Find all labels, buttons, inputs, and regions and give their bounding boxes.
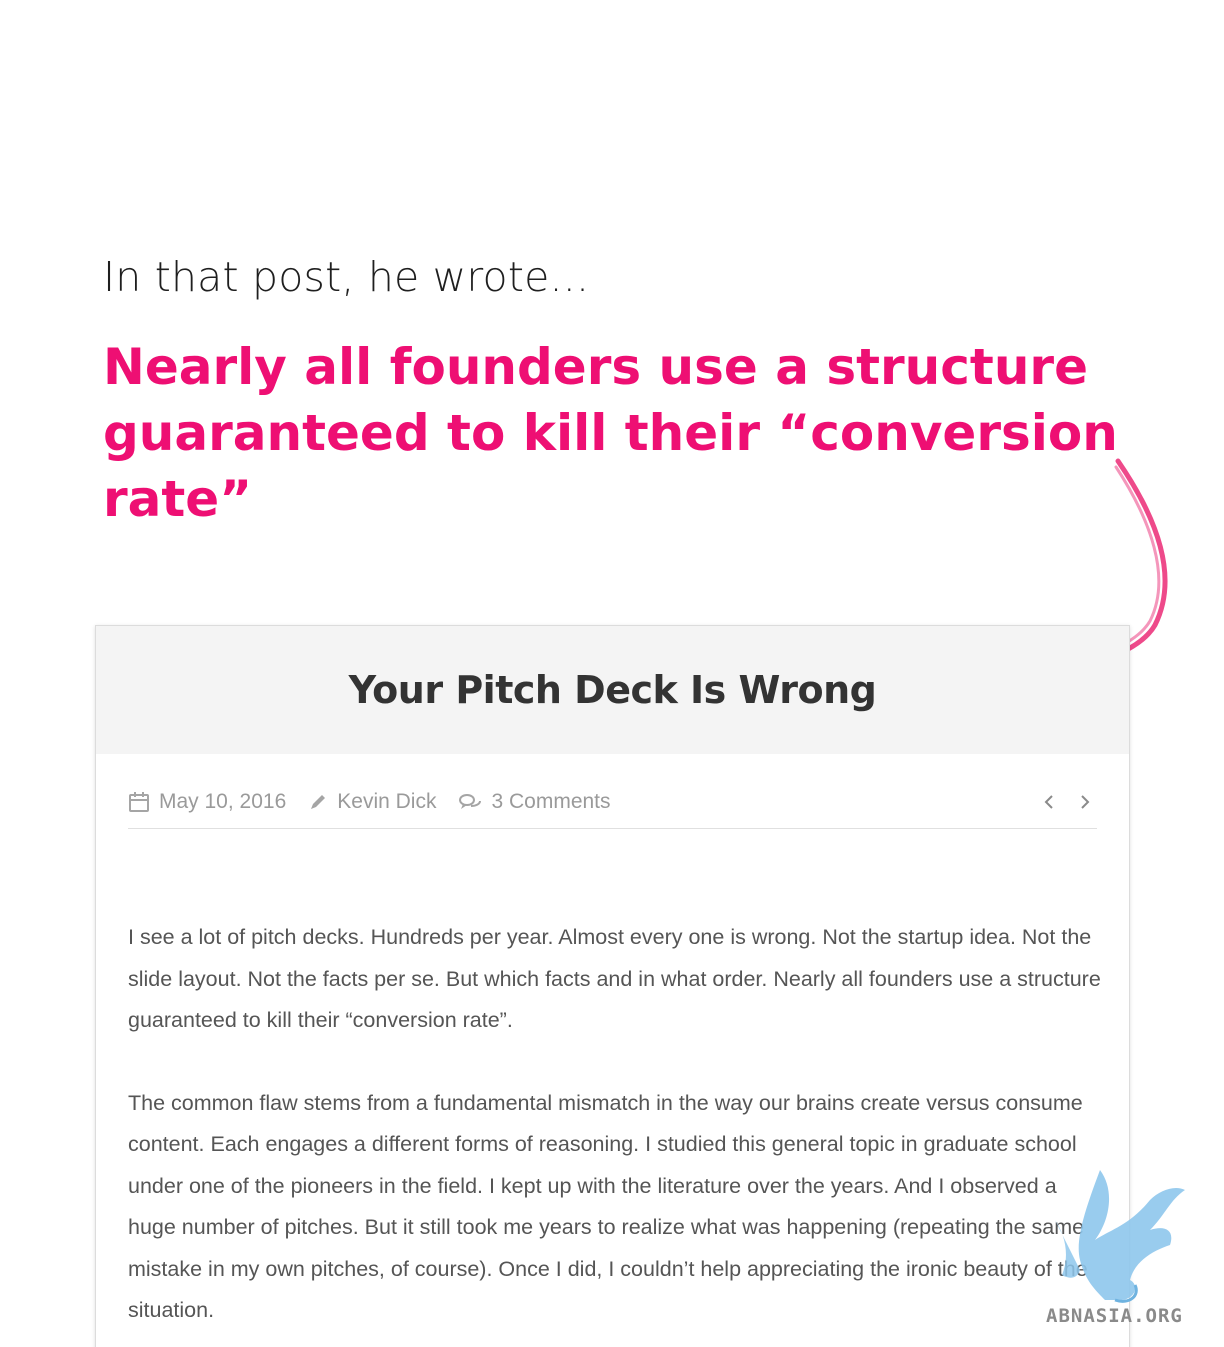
blog-post-card: Your Pitch Deck Is Wrong May 10, 2016 Ke…: [95, 625, 1130, 1347]
post-date: May 10, 2016: [128, 790, 286, 814]
post-header: Your Pitch Deck Is Wrong: [96, 626, 1129, 754]
post-body: I see a lot of pitch decks. Hundreds per…: [128, 917, 1103, 1347]
chevron-left-icon[interactable]: [1041, 792, 1059, 812]
post-meta: May 10, 2016 Kevin Dick 3 Comments: [128, 776, 1097, 829]
post-author-text[interactable]: Kevin Dick: [337, 790, 436, 814]
post-comments-text[interactable]: 3 Comments: [491, 790, 610, 814]
watermark-text: ABNASIA.ORG: [1046, 1305, 1183, 1327]
intro-text: In that post, he wrote...: [103, 253, 590, 301]
post-title: Your Pitch Deck Is Wrong: [348, 668, 877, 712]
post-author[interactable]: Kevin Dick: [308, 790, 436, 814]
post-paragraph-2: The common flaw stems from a fundamental…: [128, 1090, 1088, 1323]
post-comments[interactable]: 3 Comments: [458, 790, 611, 814]
comments-icon: [459, 794, 482, 809]
chevron-right-icon[interactable]: [1075, 792, 1093, 812]
pencil-icon: [311, 795, 326, 809]
post-paragraph-1: I see a lot of pitch decks. Hundreds per…: [128, 925, 1101, 1032]
calendar-icon: [129, 792, 149, 812]
headline-line-1: Nearly all founders use a structure: [103, 338, 1088, 396]
post-navigation: [1041, 792, 1093, 812]
post-date-text: May 10, 2016: [159, 790, 287, 813]
